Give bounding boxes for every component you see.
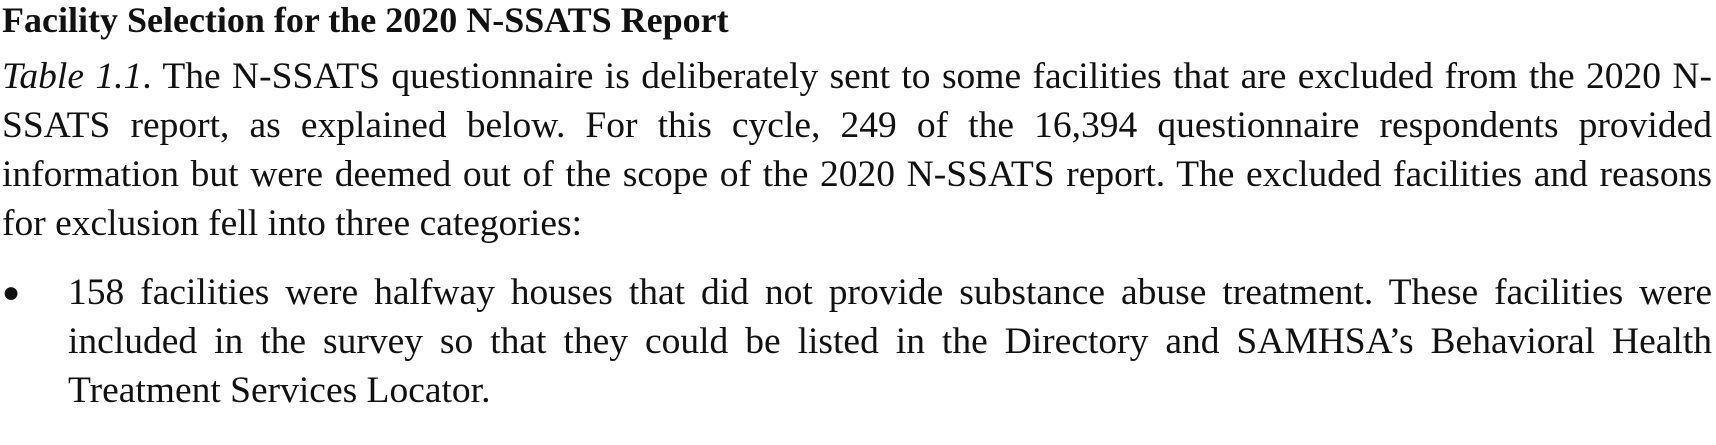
- section-heading: Facility Selection for the 2020 N-SSATS …: [2, 0, 729, 40]
- exclusion-list: ● 158 facilities were halfway houses tha…: [2, 268, 1712, 415]
- intro-paragraph: Table 1.1. The N-SSATS questionnaire is …: [2, 52, 1712, 248]
- bullet-icon: ●: [2, 276, 21, 309]
- list-item: ● 158 facilities were halfway houses tha…: [2, 268, 1712, 415]
- document-page: Facility Selection for the 2020 N-SSATS …: [0, 0, 1716, 445]
- list-item-text: 158 facilities were halfway houses that …: [68, 272, 1712, 411]
- table-reference: Table 1.1: [2, 56, 143, 97]
- intro-text: . The N-SSATS questionnaire is deliberat…: [2, 56, 1712, 244]
